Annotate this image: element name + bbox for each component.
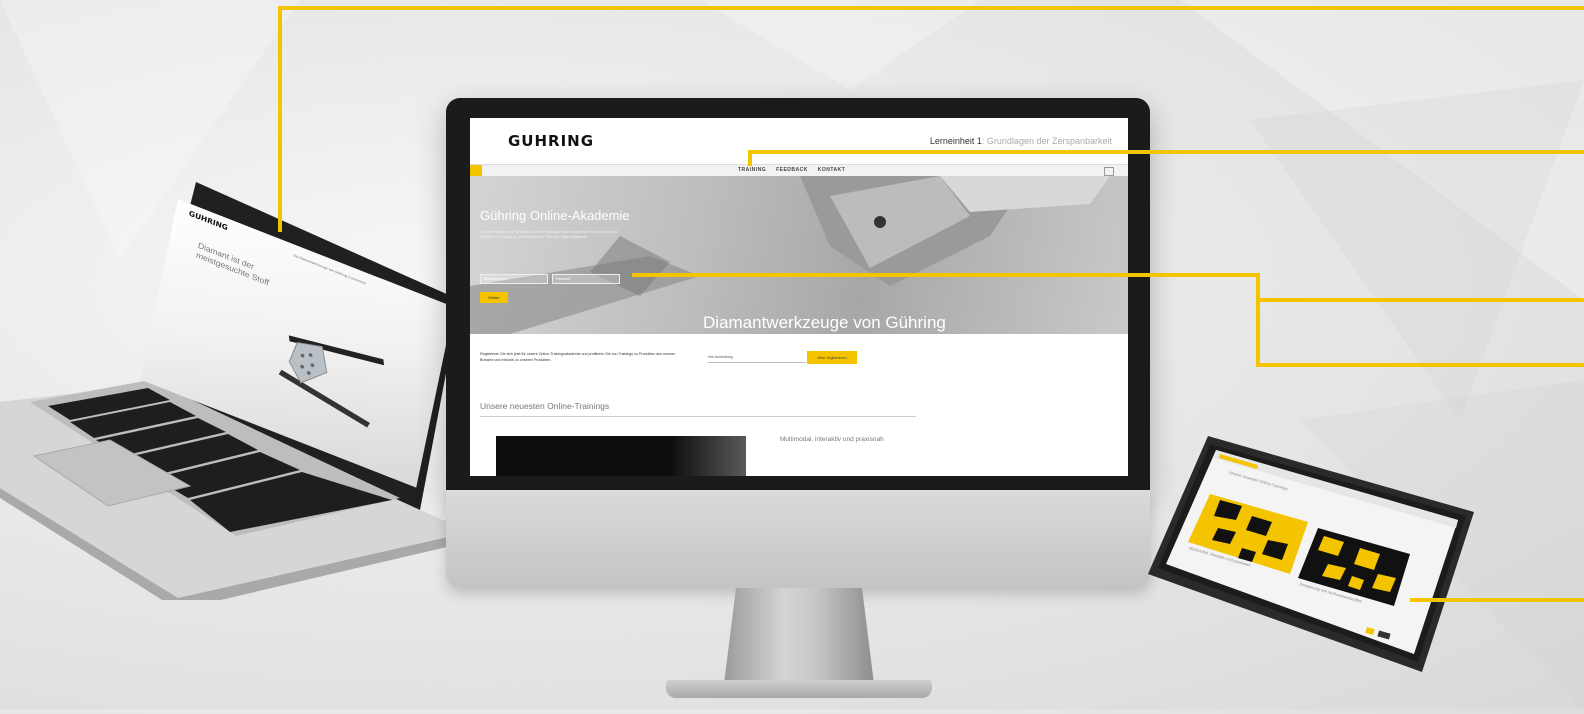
tool-illustration (470, 176, 1110, 334)
login-button[interactable]: Weiter (480, 292, 508, 303)
newest-trainings-heading: Unsere neuesten Online-Trainings (480, 401, 610, 411)
monitor-stand (724, 588, 874, 684)
register-button[interactable]: Jetzt registrieren (807, 351, 857, 364)
desktop-screen: GUHRING Lerneinheit 1: Grundlagen der Ze… (470, 118, 1128, 476)
register-input[interactable]: Ihre Anmeldung (708, 352, 806, 363)
training-teaser[interactable]: Multimodal, interaktiv und praxisnah (780, 436, 884, 443)
laptop-device: GUHRING Die Diamantwerkzeuge von Gühring… (0, 180, 470, 600)
nav-items: TRAINING FEEDBACK KONTAKT (738, 167, 853, 173)
nav-item-training[interactable]: TRAINING (738, 167, 766, 173)
hero-caption: Diamantwerkzeuge von Gühring (703, 313, 946, 332)
hero-text: Sie interessieren sich für unsere Online… (480, 230, 618, 239)
desktop-monitor: GUHRING Lerneinheit 1: Grundlagen der Ze… (446, 98, 1150, 698)
register-text: Registrieren Sie sich jetzt für unsere O… (480, 352, 676, 362)
training-thumbnail[interactable] (496, 436, 746, 476)
monitor-foot (666, 680, 932, 698)
site-header: GUHRING Lerneinheit 1: Grundlagen der Ze… (470, 118, 1128, 164)
tablet-device: Unsere neuesten Online-Trainings Multimo… (1148, 436, 1483, 672)
lesson-title: Lerneinheit 1: Grundlagen der Zerspanbar… (930, 136, 1112, 146)
brand-logo[interactable]: GUHRING (508, 132, 594, 150)
window-icon[interactable] (1104, 167, 1114, 176)
nav-item-feedback[interactable]: FEEDBACK (776, 167, 808, 173)
hero-banner: Gühring Online-Akademie Sie interessiere… (470, 176, 1128, 334)
monitor-chin (446, 490, 1150, 588)
lesson-subtitle: : Grundlagen der Zerspanbarkeit (981, 136, 1112, 146)
lesson-label: Lerneinheit 1 (929, 136, 982, 146)
nav-item-kontakt[interactable]: KONTAKT (818, 167, 846, 173)
username-input[interactable]: Benutzername (480, 274, 548, 284)
hero-title: Gühring Online-Akademie (480, 208, 630, 223)
section-divider (480, 416, 916, 417)
password-input[interactable]: Passwort (552, 274, 620, 284)
